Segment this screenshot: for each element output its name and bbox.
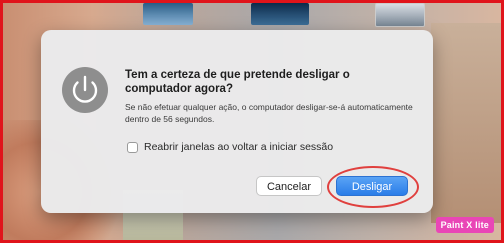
background-thumbnail	[143, 3, 193, 25]
background-thumbnail	[375, 3, 425, 27]
highlight-circle	[327, 166, 419, 208]
dialog-message: Se não efetuar qualquer ação, o computad…	[125, 102, 413, 124]
screenshot-frame: Tem a certeza de que pretende desligar o…	[0, 0, 504, 243]
reopen-windows-checkbox[interactable]	[127, 141, 138, 153]
reopen-windows-label: Reabrir janelas ao voltar a iniciar sess…	[144, 141, 334, 153]
reopen-windows-option[interactable]: Reabrir janelas ao voltar a iniciar sess…	[127, 141, 333, 153]
background-thumbnail	[251, 3, 309, 25]
power-icon	[62, 67, 108, 113]
background-photo	[431, 23, 501, 223]
cancel-button[interactable]: Cancelar	[256, 176, 322, 196]
shutdown-dialog: Tem a certeza de que pretende desligar o…	[41, 30, 433, 213]
dialog-title: Tem a certeza de que pretende desligar o…	[125, 69, 350, 95]
watermark-badge: Paint X lite	[435, 217, 494, 233]
